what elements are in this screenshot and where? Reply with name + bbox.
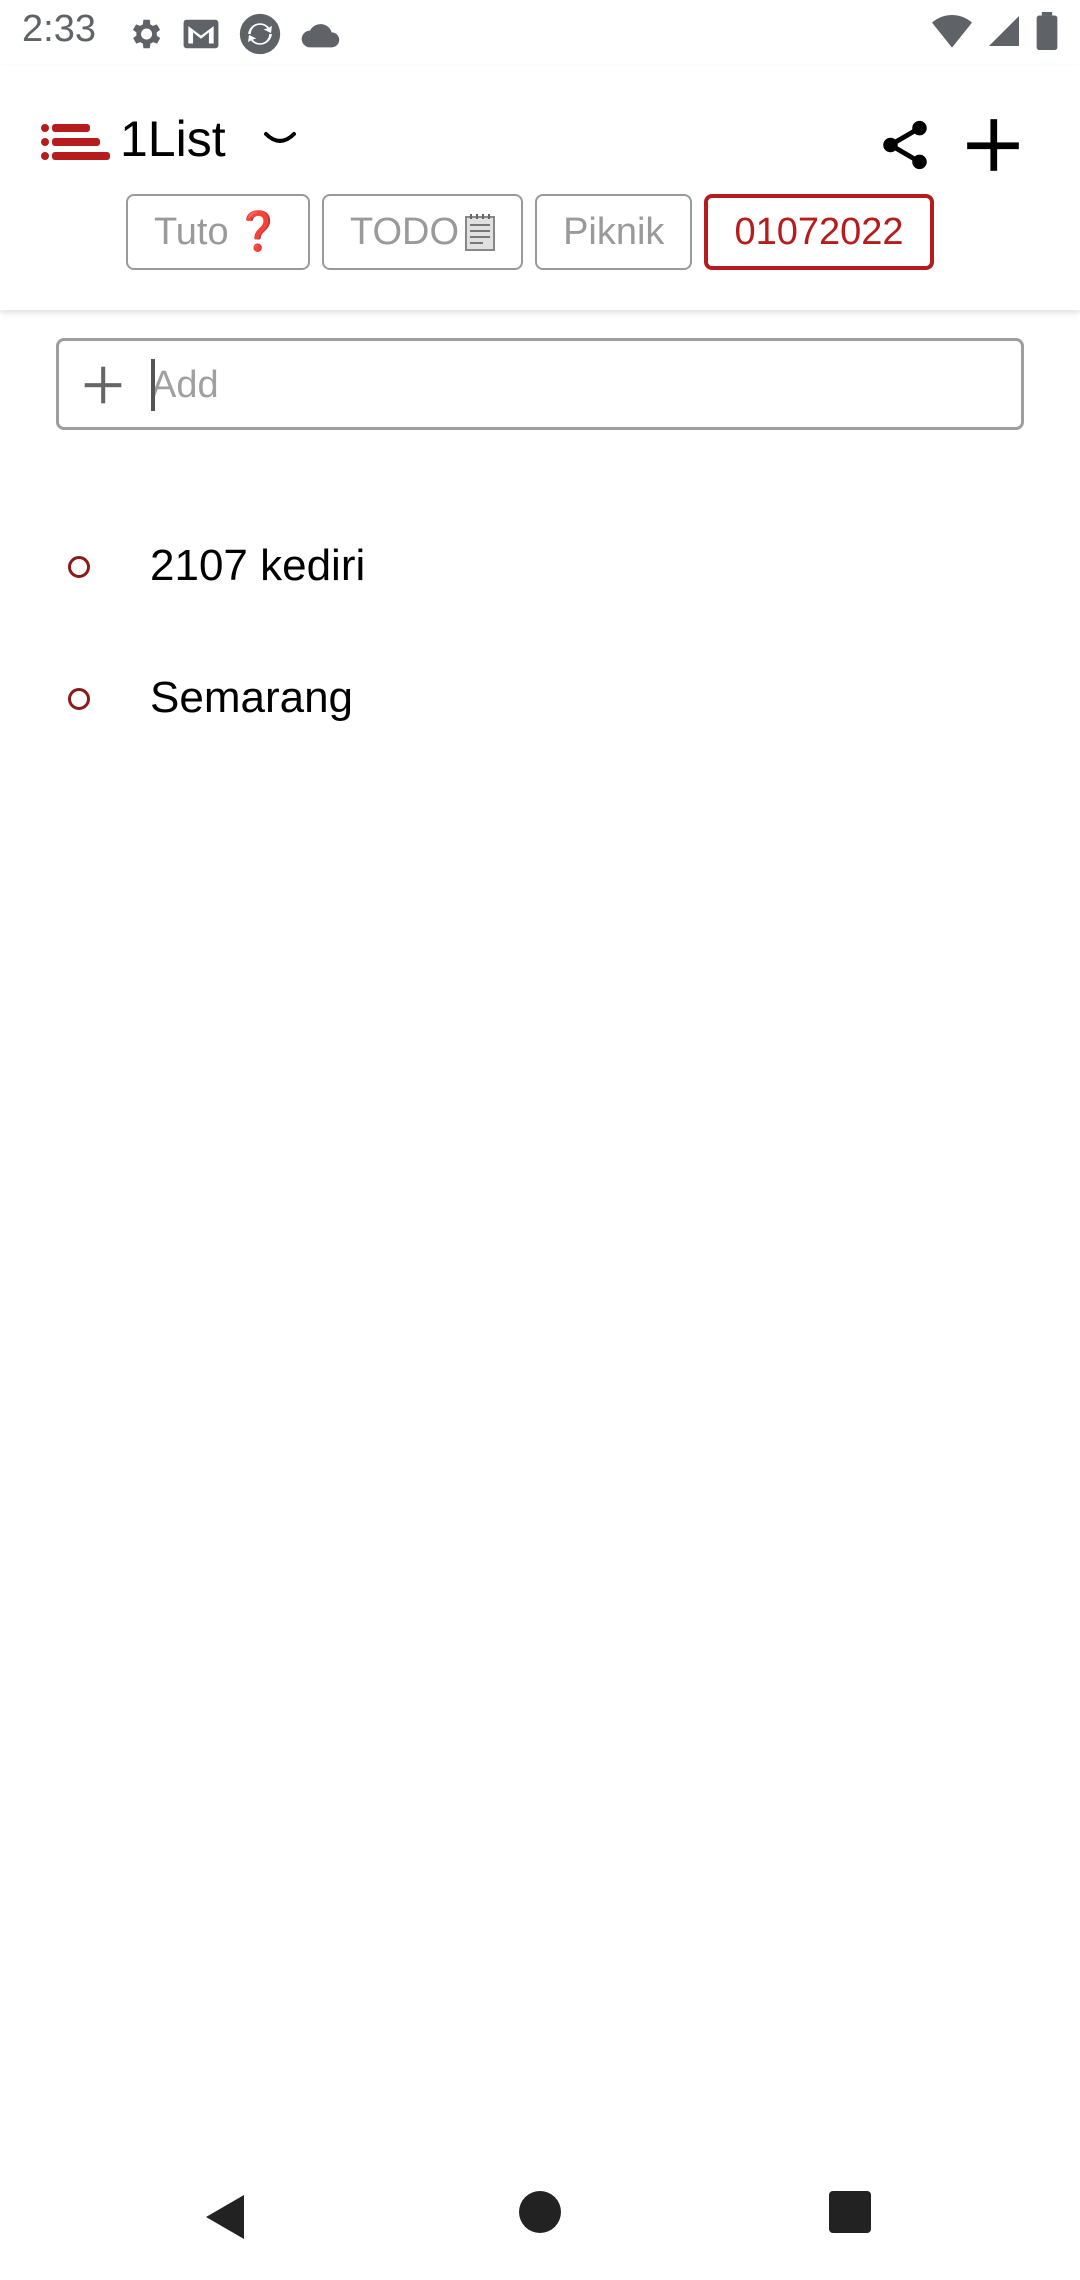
- battery-icon: [1036, 12, 1058, 50]
- home-icon[interactable]: [518, 2190, 562, 2234]
- gmail-icon: [183, 19, 219, 49]
- tab-label: Piknik: [563, 210, 665, 253]
- chevron-down-icon[interactable]: [262, 126, 298, 150]
- navigation-bar: [0, 2160, 1080, 2280]
- item-text: Semarang: [150, 673, 354, 722]
- circle-bullet-icon[interactable]: [68, 556, 90, 578]
- share-icon[interactable]: [876, 116, 934, 174]
- item-text: 2107 kediri: [150, 541, 366, 590]
- text-cursor: [151, 359, 155, 411]
- system-icons: [932, 12, 1058, 50]
- circle-bullet-icon[interactable]: [68, 688, 90, 710]
- tab-todo[interactable]: TODO: [321, 194, 524, 270]
- notification-icons: [126, 12, 340, 56]
- tab-tuto[interactable]: Tuto ❓: [126, 194, 310, 270]
- list-item[interactable]: Semarang: [0, 645, 1080, 755]
- back-icon[interactable]: [200, 2190, 250, 2244]
- add-list-icon[interactable]: [962, 114, 1024, 176]
- sync-app-icon: [239, 13, 281, 55]
- status-time: 2:33: [22, 8, 96, 50]
- cell-signal-icon: [989, 16, 1019, 46]
- status-bar: 2:33: [0, 0, 1080, 66]
- settings-icon: [132, 19, 161, 49]
- tab-piknik[interactable]: Piknik: [535, 194, 693, 270]
- tab-label: 01072022: [734, 210, 904, 253]
- add-item-input[interactable]: [149, 351, 1003, 419]
- list-logo-icon[interactable]: [40, 122, 110, 162]
- app-bar: 1List Tuto ❓ TODO Piknik 01072022: [0, 66, 1080, 310]
- plus-icon[interactable]: [81, 363, 125, 407]
- tab-label: Tuto: [154, 210, 229, 253]
- cloud-icon: [301, 24, 340, 48]
- tab-label: TODO: [349, 210, 460, 253]
- app-title[interactable]: 1List: [120, 110, 226, 168]
- wifi-icon: [932, 15, 972, 48]
- notepad-icon: [465, 213, 496, 251]
- add-item-field[interactable]: [56, 338, 1024, 430]
- question-mark-icon: ❓: [234, 211, 282, 253]
- list-item[interactable]: 2107 kediri: [0, 513, 1080, 623]
- list-tabs: Tuto ❓ TODO Piknik 01072022: [126, 194, 934, 270]
- recents-icon[interactable]: [828, 2190, 872, 2234]
- tab-01072022[interactable]: 01072022: [704, 194, 934, 270]
